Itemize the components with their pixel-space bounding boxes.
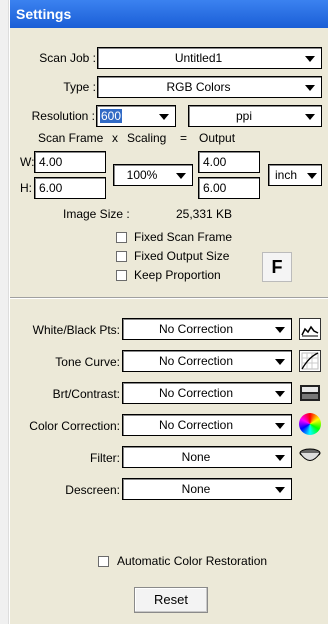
output-width-field[interactable]: 4.00	[198, 151, 260, 173]
resolution-unit-value: ppi	[235, 109, 252, 123]
chevron-down-icon	[159, 114, 169, 120]
chevron-down-icon	[305, 114, 315, 120]
type-dropdown[interactable]: RGB Colors	[97, 76, 322, 98]
resolution-dropdown[interactable]: 600	[96, 105, 176, 127]
chevron-down-icon	[275, 391, 285, 397]
brt-contrast-label: Brt/Contrast:	[52, 387, 120, 401]
descreen-value: None	[181, 482, 211, 496]
resolution-unit-dropdown[interactable]: ppi	[188, 105, 322, 127]
brt-contrast-dropdown[interactable]: No Correction	[122, 382, 292, 404]
section-divider	[10, 297, 328, 299]
fixed-output-size-checkbox[interactable]	[116, 251, 127, 262]
filter-label: Filter:	[90, 451, 120, 465]
equals-sign: =	[180, 131, 188, 145]
resolution-value: 600	[100, 109, 123, 123]
window-left-frame	[0, 0, 9, 624]
histogram-icon[interactable]	[299, 318, 321, 340]
color-correction-label: Color Correction:	[29, 419, 120, 433]
type-label: Type :	[63, 80, 96, 94]
settings-window: Settings Scan Job : Untitled1 Type : RGB…	[0, 0, 328, 624]
chevron-down-icon	[275, 423, 285, 429]
chevron-down-icon	[305, 85, 315, 91]
descreen-label: Descreen:	[65, 483, 120, 497]
brt-contrast-value: No Correction	[158, 386, 234, 400]
white-black-value: No Correction	[158, 322, 234, 336]
chevron-down-icon	[275, 327, 285, 333]
scan-job-label: Scan Job :	[39, 51, 96, 65]
filter-dropdown[interactable]: None	[122, 446, 292, 468]
chevron-down-icon	[307, 173, 317, 179]
multiply-sign: x	[112, 131, 118, 145]
color-correction-dropdown[interactable]: No Correction	[122, 414, 292, 436]
output-height-field[interactable]: 6.00	[198, 177, 260, 199]
color-wheel-icon[interactable]	[299, 413, 321, 435]
scaling-value: 100%	[126, 168, 158, 182]
image-size-label: Image Size :	[63, 207, 130, 221]
fixed-scan-frame-label: Fixed Scan Frame	[134, 230, 233, 244]
scan-height-field[interactable]: 6.00	[34, 177, 106, 199]
image-size-value: 25,331 KB	[176, 207, 233, 221]
resolution-label: Resolution :	[31, 109, 95, 123]
output-header: Output	[199, 131, 236, 145]
color-correction-value: No Correction	[158, 418, 234, 432]
scan-job-dropdown[interactable]: Untitled1	[97, 47, 322, 69]
curve-icon[interactable]	[299, 350, 321, 372]
filter-icon[interactable]	[299, 446, 321, 468]
height-label: H:	[20, 181, 32, 195]
chevron-down-icon	[305, 56, 315, 62]
window-title: Settings	[16, 6, 72, 22]
scaling-dropdown[interactable]: 100%	[113, 164, 193, 186]
chevron-down-icon	[176, 173, 186, 179]
tone-curve-dropdown[interactable]: No Correction	[122, 350, 292, 372]
white-black-dropdown[interactable]: No Correction	[122, 318, 292, 340]
chevron-down-icon	[275, 487, 285, 493]
scan-width-field[interactable]: 4.00	[34, 151, 106, 173]
output-unit-dropdown[interactable]: inch	[268, 164, 322, 186]
scan-job-value: Untitled1	[174, 51, 223, 65]
output-unit-value: inch	[275, 168, 298, 182]
type-value: RGB Colors	[166, 80, 231, 94]
auto-color-restoration-label: Automatic Color Restoration	[117, 554, 268, 568]
tone-curve-value: No Correction	[158, 354, 234, 368]
reset-button[interactable]: Reset	[134, 587, 208, 613]
descreen-dropdown[interactable]: None	[122, 478, 292, 500]
brightness-icon[interactable]	[299, 382, 321, 404]
keep-proportion-checkbox[interactable]	[116, 270, 127, 281]
chevron-down-icon	[275, 455, 285, 461]
chevron-down-icon	[275, 359, 285, 365]
filter-value: None	[181, 450, 211, 464]
title-bar: Settings	[10, 0, 328, 28]
fixed-output-size-label: Fixed Output Size	[134, 249, 230, 263]
scan-frame-header: Scan Frame	[38, 131, 104, 145]
f-button[interactable]: F	[262, 252, 292, 282]
scaling-header: Scaling	[127, 131, 167, 145]
keep-proportion-label: Keep Proportion	[134, 268, 221, 282]
width-label: W:	[20, 155, 35, 169]
tone-curve-label: Tone Curve:	[55, 355, 120, 369]
white-black-label: White/Black Pts:	[32, 323, 120, 337]
fixed-scan-frame-checkbox[interactable]	[116, 232, 127, 243]
auto-color-restoration-checkbox[interactable]	[98, 556, 109, 567]
